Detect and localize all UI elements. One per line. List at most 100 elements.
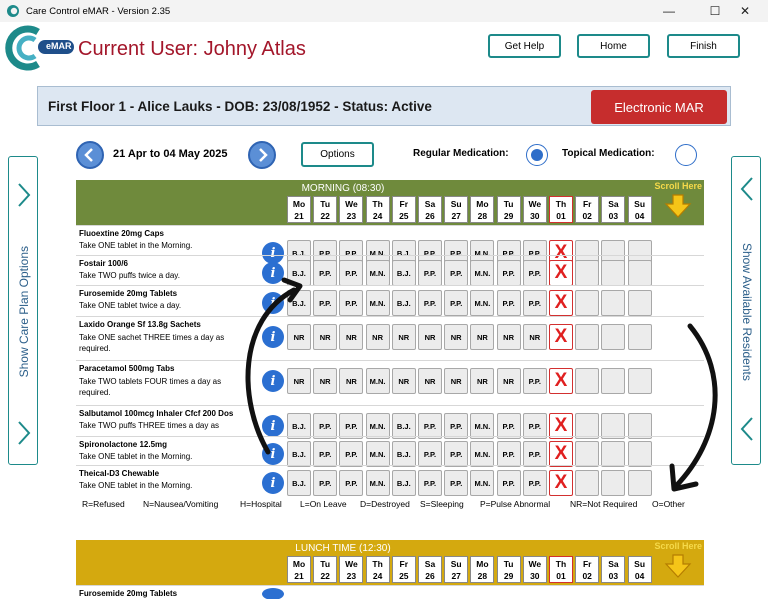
administration-cell[interactable]: M.N.	[470, 470, 495, 496]
administration-cell[interactable]: P.P.	[444, 290, 469, 316]
topical-medication-radio[interactable]	[675, 144, 697, 166]
administration-cell[interactable]: B.J.	[287, 441, 311, 467]
administration-cell[interactable]: M.N.	[470, 290, 495, 316]
electronic-mar-button[interactable]: Electronic MAR	[591, 90, 727, 124]
administration-cell[interactable]: M.N.	[365, 368, 390, 394]
administration-cell[interactable]: P.P.	[522, 368, 547, 394]
administration-cell[interactable]: P.P.	[496, 441, 521, 467]
missed-dose-marker[interactable]: X	[549, 441, 573, 467]
empty-administration-cell[interactable]	[575, 441, 600, 467]
empty-administration-cell[interactable]	[575, 368, 600, 394]
medication-info-icon[interactable]: i	[262, 415, 284, 437]
administration-cell[interactable]: P.P.	[418, 260, 442, 286]
missed-dose-marker[interactable]: X	[549, 290, 573, 316]
scroll-here-label[interactable]: Scroll Here	[654, 541, 702, 551]
administration-cell[interactable]: P.P.	[522, 470, 547, 496]
administration-cell[interactable]: P.P.	[313, 290, 338, 316]
administration-cell[interactable]: P.P.	[313, 260, 338, 286]
home-button[interactable]: Home	[577, 34, 650, 58]
empty-administration-cell[interactable]	[627, 470, 652, 496]
empty-administration-cell[interactable]	[627, 368, 652, 394]
administration-cell[interactable]: P.P.	[418, 470, 442, 496]
administration-cell[interactable]: P.P.	[522, 441, 547, 467]
regular-medication-radio[interactable]	[526, 144, 548, 166]
administration-cell[interactable]: NR	[313, 368, 338, 394]
administration-cell[interactable]: B.J.	[287, 290, 311, 316]
next-period-button[interactable]	[248, 141, 276, 169]
scroll-here-label[interactable]: Scroll Here	[654, 181, 702, 191]
administration-cell[interactable]: P.P.	[496, 470, 521, 496]
medication-info-icon[interactable]: i	[262, 472, 284, 494]
administration-cell[interactable]: P.P.	[339, 260, 364, 286]
administration-cell[interactable]: M.N.	[365, 290, 390, 316]
get-help-button[interactable]: Get Help	[488, 34, 561, 58]
administration-cell[interactable]: P.P.	[496, 290, 521, 316]
medication-info-icon[interactable]: i	[262, 262, 284, 284]
empty-administration-cell[interactable]	[575, 290, 600, 316]
empty-administration-cell[interactable]	[601, 290, 626, 316]
empty-administration-cell[interactable]	[575, 260, 600, 286]
administration-cell[interactable]: P.P.	[418, 290, 442, 316]
administration-cell[interactable]: P.P.	[522, 290, 547, 316]
medication-info-icon[interactable]	[262, 588, 284, 599]
available-residents-panel[interactable]: Show Available Residents	[731, 156, 761, 465]
missed-dose-marker[interactable]: X	[549, 324, 573, 350]
empty-administration-cell[interactable]	[601, 368, 626, 394]
administration-cell[interactable]: B.J.	[391, 470, 416, 496]
administration-cell[interactable]: P.P.	[313, 470, 338, 496]
administration-cell[interactable]: B.J.	[287, 470, 311, 496]
scroll-down-arrow-icon[interactable]	[664, 554, 692, 578]
empty-administration-cell[interactable]	[601, 470, 626, 496]
administration-cell[interactable]: P.P.	[418, 441, 442, 467]
administration-cell[interactable]: P.P.	[339, 470, 364, 496]
options-button[interactable]: Options	[301, 142, 374, 167]
missed-dose-marker[interactable]: X	[549, 470, 573, 496]
administration-cell[interactable]: NR	[418, 324, 442, 350]
administration-cell[interactable]: M.N.	[470, 260, 495, 286]
empty-administration-cell[interactable]	[601, 324, 626, 350]
administration-cell[interactable]: P.P.	[313, 441, 338, 467]
administration-cell[interactable]: M.N.	[470, 441, 495, 467]
administration-cell[interactable]: NR	[470, 324, 495, 350]
administration-cell[interactable]: NR	[391, 368, 416, 394]
administration-cell[interactable]: M.N.	[365, 441, 390, 467]
administration-cell[interactable]: P.P.	[522, 260, 547, 286]
administration-cell[interactable]: NR	[339, 368, 364, 394]
administration-cell[interactable]: NR	[365, 324, 390, 350]
administration-cell[interactable]: NR	[287, 368, 311, 394]
administration-cell[interactable]: P.P.	[339, 290, 364, 316]
empty-administration-cell[interactable]	[627, 260, 652, 286]
administration-cell[interactable]: P.P.	[496, 260, 521, 286]
care-plan-options-panel[interactable]: Show Care Plan Options	[8, 156, 38, 465]
empty-administration-cell[interactable]	[601, 260, 626, 286]
close-button[interactable]: ✕	[722, 0, 768, 22]
administration-cell[interactable]: NR	[339, 324, 364, 350]
minimize-button[interactable]: —	[646, 0, 692, 22]
administration-cell[interactable]: NR	[391, 324, 416, 350]
administration-cell[interactable]: NR	[287, 324, 311, 350]
administration-cell[interactable]: NR	[496, 324, 521, 350]
missed-dose-marker[interactable]: X	[549, 368, 573, 394]
administration-cell[interactable]: P.P.	[444, 260, 469, 286]
medication-info-icon[interactable]: i	[262, 326, 284, 348]
administration-cell[interactable]: B.J.	[391, 441, 416, 467]
medication-info-icon[interactable]: i	[262, 443, 284, 465]
administration-cell[interactable]: NR	[444, 368, 469, 394]
empty-administration-cell[interactable]	[575, 324, 600, 350]
administration-cell[interactable]: NR	[444, 324, 469, 350]
scroll-down-arrow-icon[interactable]	[664, 194, 692, 218]
administration-cell[interactable]: M.N.	[365, 260, 390, 286]
administration-cell[interactable]: P.P.	[339, 441, 364, 467]
administration-cell[interactable]: B.J.	[287, 260, 311, 286]
medication-info-icon[interactable]: i	[262, 292, 284, 314]
administration-cell[interactable]: P.P.	[444, 470, 469, 496]
empty-administration-cell[interactable]	[627, 324, 652, 350]
administration-cell[interactable]: NR	[313, 324, 338, 350]
administration-cell[interactable]: P.P.	[444, 441, 469, 467]
administration-cell[interactable]: B.J.	[391, 260, 416, 286]
administration-cell[interactable]: B.J.	[391, 290, 416, 316]
medication-info-icon[interactable]: i	[262, 370, 284, 392]
previous-period-button[interactable]	[76, 141, 104, 169]
empty-administration-cell[interactable]	[627, 290, 652, 316]
missed-dose-marker[interactable]: X	[549, 260, 573, 286]
